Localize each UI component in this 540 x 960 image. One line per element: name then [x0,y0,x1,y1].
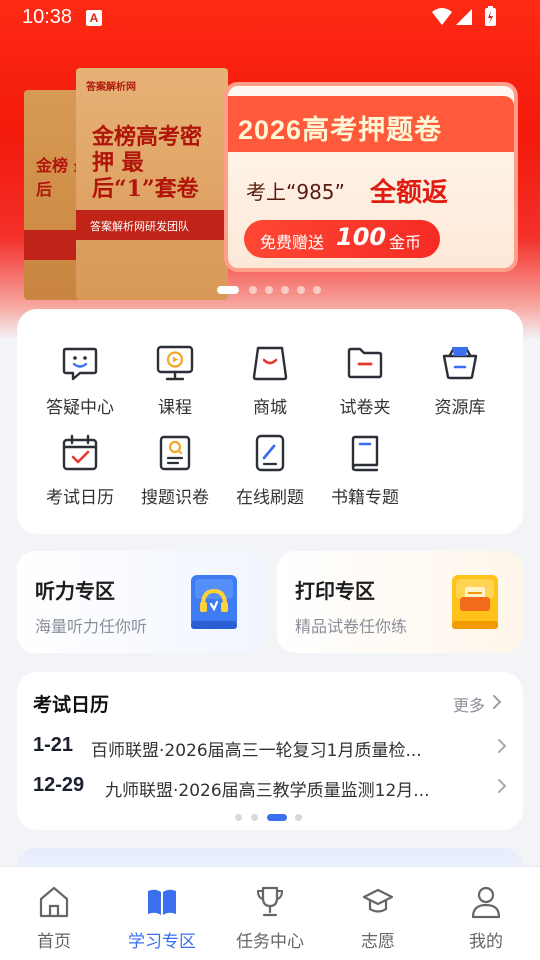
grid-item-online-practice[interactable]: 在线刷题 [220,433,320,523]
signal-icon [456,9,472,25]
chevron-right-icon [498,779,507,793]
shopping-bag-icon [252,346,288,381]
status-bar: 10:38 A [0,0,540,36]
book-stripe-text: 答案解析网研发团队 [90,220,189,233]
chevron-right-icon [498,739,507,753]
exam-date: 1-21 [33,734,74,756]
trophy-icon [256,886,284,917]
grid-item-exam-calendar[interactable]: 考试日历 [30,433,130,523]
printer-icon [452,575,498,629]
headphones-icon [191,575,237,629]
listening-zone-card[interactable]: 听力专区 海量听力任你听 [17,551,263,653]
banner-dot[interactable] [281,286,289,294]
grid-item-label: 在线刷题 [236,488,304,508]
banner-title: 2026高考押题卷 [238,115,443,145]
exam-dot[interactable] [235,814,242,821]
open-book-icon [148,889,176,915]
nav-label: 首页 [37,932,71,952]
document-search-icon [159,435,191,471]
wifi-icon [432,8,452,25]
grid-item-label: 资源库 [434,398,486,418]
nav-study-zone[interactable]: 学习专区 [108,867,216,960]
banner-gift-pill[interactable]: 免费赠送 100 金币 [244,220,440,258]
exam-dot[interactable] [295,814,302,821]
book-stripe: 答案解析网研发团队 [76,210,228,240]
home-icon [39,886,69,918]
calendar-check-icon [62,434,98,471]
tablet-pen-icon [255,434,285,472]
status-time: 10:38 [22,6,73,28]
grid-item-book-topics[interactable]: 书籍专题 [315,433,415,523]
chevron-right-icon [493,695,502,709]
book-icon [351,435,379,472]
banner-dot[interactable] [217,286,239,294]
grid-item-qa-center[interactable]: 答疑中心 [30,343,130,433]
exam-name: 九师联盟·2026届高三教学质量监测12月... [105,781,430,801]
promo-banner[interactable]: 金榜 最后 答案解析网 金榜高考密押 最后“1”套卷 答案解析网研发团队 202… [24,62,518,302]
exam-name: 百师联盟·2026届高三一轮复习1月质量检... [91,741,422,761]
banner-dot[interactable] [249,286,257,294]
chat-bubble-icon [62,347,98,381]
exam-calendar-card: 考试日历 更多 1-21 百师联盟·2026届高三一轮复习1月质量检... 12… [17,672,523,830]
banner-dot[interactable] [297,286,305,294]
exam-dot[interactable] [251,814,258,821]
exam-dot[interactable] [267,814,287,821]
print-zone-card[interactable]: 打印专区 精品试卷任你练 [277,551,523,653]
grid-item-label: 试卷夹 [339,398,391,418]
zone-subtitle: 精品试卷任你练 [295,617,408,636]
grid-item-label: 课程 [158,398,192,418]
book-label: 答案解析网 [86,82,136,93]
grid-item-search-questions[interactable]: 搜题识卷 [125,433,225,523]
exam-date: 12-29 [33,774,85,796]
basket-icon [442,346,478,380]
grid-item-resources[interactable]: 资源库 [410,343,510,433]
grid-item-mall[interactable]: 商城 [220,343,320,433]
notification-a-icon: A [86,10,102,26]
person-icon [471,886,501,919]
bottom-navigation: 首页 学习专区 任务中心 志愿 我的 [0,866,540,960]
book-front-image: 答案解析网 金榜高考密押 最后“1”套卷 答案解析网研发团队 [76,68,228,300]
banner-dot[interactable] [265,286,273,294]
exam-calendar-title: 考试日历 [33,694,110,716]
zone-title: 听力专区 [35,579,115,603]
graduation-cap-icon [362,888,394,913]
more-label: 更多 [453,696,486,715]
exam-row[interactable]: 12-29 九师联盟·2026届高三教学质量监测12月... [33,772,509,802]
grid-item-courses[interactable]: 课程 [125,343,225,433]
nav-label: 学习专区 [128,932,196,952]
monitor-play-icon [156,345,194,381]
nav-label: 我的 [469,932,503,952]
banner-subtitle: 考上“985” [246,180,345,204]
nav-label: 任务中心 [236,932,304,952]
exam-row[interactable]: 1-21 百师联盟·2026届高三一轮复习1月质量检... [33,732,509,762]
pill-amount: 100 [336,223,387,251]
banner-dot[interactable] [313,286,321,294]
nav-label: 志愿 [361,932,395,952]
exam-more-link[interactable]: 更多 [443,690,503,715]
feature-grid: 答疑中心 课程 商城 试卷夹 资源库 考试日历 搜题识卷 在线刷题 书籍专题 [17,309,523,534]
pill-prefix: 免费赠送 [260,233,325,252]
banner-title-bar: 2026高考押题卷 [228,96,514,152]
grid-item-label: 答疑中心 [46,398,114,418]
nav-aspirations[interactable]: 志愿 [324,867,432,960]
banner-subtitle-strong: 全额返 [370,178,449,208]
folder-icon [347,347,383,379]
battery-icon [485,6,496,26]
banner-card: 2026高考押题卷 考上“985” 全额返 免费赠送 100 金币 [224,82,518,272]
pill-suffix: 金币 [389,233,422,252]
nav-profile[interactable]: 我的 [432,867,540,960]
grid-item-label: 书籍专题 [331,488,399,508]
book-title: 金榜高考密押 最后“1”套卷 [92,124,203,202]
nav-task-center[interactable]: 任务中心 [216,867,324,960]
grid-item-label: 搜题识卷 [141,488,209,508]
zone-title: 打印专区 [295,579,375,603]
nav-home[interactable]: 首页 [0,867,108,960]
grid-item-label: 商城 [253,398,287,418]
zone-subtitle: 海量听力任你听 [35,617,148,636]
grid-item-label: 考试日历 [46,488,114,508]
hero-background: 10:38 A 金榜 最后 答案解析网 金榜高考密押 最后“1”套卷 答案解析网… [0,0,540,340]
status-icons [430,6,500,34]
grid-item-paper-folder[interactable]: 试卷夹 [315,343,415,433]
